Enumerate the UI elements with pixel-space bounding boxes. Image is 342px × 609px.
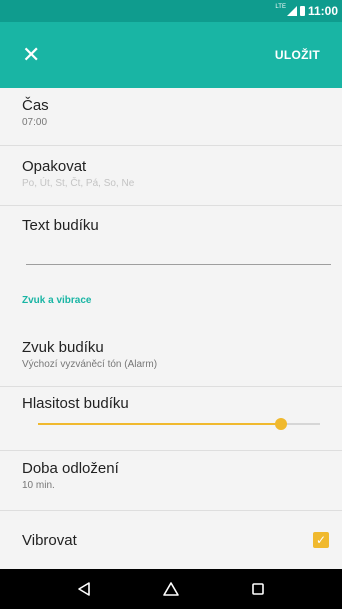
- network-type-label: LTE: [275, 4, 286, 10]
- signal-icon: [286, 6, 297, 16]
- setting-alarm-text[interactable]: Text budíku: [0, 217, 342, 234]
- divider: [0, 205, 342, 206]
- divider: [0, 145, 342, 146]
- close-icon[interactable]: ✕: [22, 44, 40, 66]
- setting-repeat-value: Po, Út, St, Čt, Pá, So, Ne: [22, 178, 135, 189]
- save-button[interactable]: ULOŽIT: [275, 48, 320, 62]
- setting-snooze-value: 10 min.: [22, 480, 55, 491]
- divider: [0, 510, 342, 511]
- setting-alarm-sound-value: Výchozí vyzváněcí tón (Alarm): [22, 359, 158, 370]
- vibrate-checkbox[interactable]: ✓: [313, 532, 329, 548]
- volume-slider-thumb[interactable]: [274, 418, 287, 430]
- setting-repeat[interactable]: Opakovat Po, Út, St, Čt, Pá, So, Ne: [0, 158, 342, 189]
- setting-alarm-sound[interactable]: Zvuk budíku Výchozí vyzváněcí tón (Alarm…: [0, 339, 342, 370]
- setting-snooze-title: Doba odložení: [22, 460, 119, 477]
- back-triangle-icon[interactable]: [64, 574, 104, 604]
- alarm-text-input[interactable]: [26, 264, 331, 265]
- setting-time[interactable]: Čas 07:00: [0, 97, 342, 128]
- setting-volume: Hlasitost budíku: [0, 395, 342, 412]
- battery-icon: [299, 6, 305, 16]
- divider: [0, 450, 342, 451]
- home-icon[interactable]: [151, 574, 191, 604]
- status-bar: LTE 11:00: [0, 0, 342, 22]
- status-time: 11:00: [307, 4, 338, 18]
- volume-slider-fill: [38, 423, 281, 425]
- divider: [0, 386, 342, 387]
- setting-alarm-sound-title: Zvuk budíku: [22, 339, 104, 356]
- section-header-sound: Zvuk a vibrace: [22, 295, 92, 306]
- navigation-bar: [0, 569, 342, 609]
- setting-vibrate[interactable]: Vibrovat: [0, 532, 342, 549]
- setting-repeat-title: Opakovat: [22, 158, 87, 175]
- setting-snooze[interactable]: Doba odložení 10 min.: [0, 460, 342, 491]
- setting-alarm-text-title: Text budíku: [22, 217, 99, 234]
- recents-square-icon[interactable]: [238, 574, 278, 604]
- app-bar: ✕ ULOŽIT: [0, 22, 342, 88]
- volume-slider[interactable]: [38, 418, 320, 430]
- setting-time-title: Čas: [22, 97, 49, 114]
- setting-vibrate-title: Vibrovat: [22, 532, 77, 549]
- setting-time-value: 07:00: [22, 117, 48, 128]
- setting-volume-title: Hlasitost budíku: [22, 395, 129, 412]
